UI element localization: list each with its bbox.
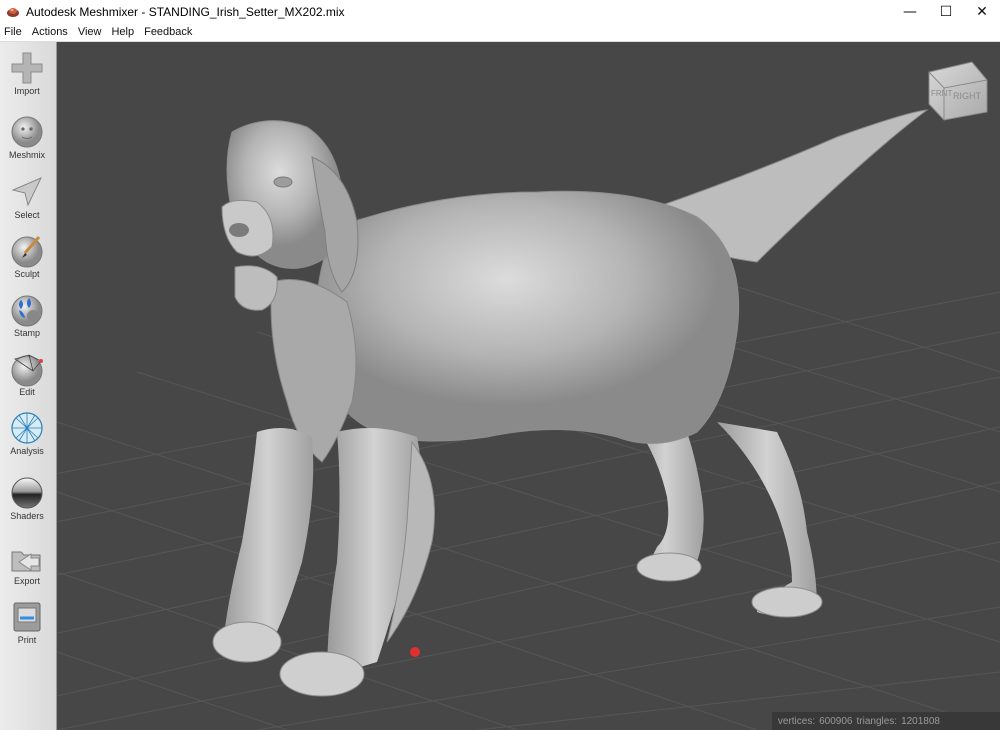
pivot-point-marker[interactable]	[410, 647, 420, 657]
stamp-ball-icon	[11, 295, 43, 327]
menu-view[interactable]: View	[74, 26, 108, 38]
shaders-label: Shaders	[10, 511, 44, 521]
3d-viewport[interactable]: FRNT RIGHT vertices: 600906 triangles: 1…	[57, 42, 1000, 730]
maximize-button[interactable]: ☐	[928, 0, 964, 23]
vertices-count: 600906	[819, 715, 853, 727]
edit-label: Edit	[19, 387, 35, 397]
stamp-tool[interactable]: Stamp	[0, 292, 54, 338]
menu-bar: File Actions View Help Feedback	[0, 23, 1000, 42]
face-ball-icon	[11, 116, 43, 148]
brush-ball-icon	[11, 236, 43, 268]
viewcube-front-label[interactable]: FRNT	[931, 89, 952, 98]
meshmixer-app-icon	[7, 7, 19, 17]
close-button[interactable]: ✕	[964, 0, 1000, 23]
printer-icon	[13, 602, 41, 632]
stamp-label: Stamp	[13, 328, 40, 338]
triangles-count: 1201808	[901, 715, 940, 727]
vertices-label: vertices:	[777, 715, 816, 727]
mesh-stats-bar: vertices: 600906 triangles: 1201808	[771, 712, 1000, 730]
triangles-label: triangles:	[856, 715, 898, 727]
print-tool[interactable]: Print	[0, 599, 54, 645]
export-folder-icon	[11, 551, 41, 572]
menu-actions[interactable]: Actions	[28, 26, 74, 38]
window-title: Autodesk Meshmixer - STANDING_Irish_Sett…	[26, 4, 345, 19]
view-cube[interactable]: FRNT RIGHT	[928, 61, 988, 121]
title-bar: Autodesk Meshmixer - STANDING_Irish_Sett…	[0, 0, 1000, 23]
analysis-tool[interactable]: Analysis	[0, 410, 54, 456]
menu-feedback[interactable]: Feedback	[140, 26, 198, 38]
wire-sphere-icon	[11, 412, 43, 444]
meshmix-tool[interactable]: Meshmix	[0, 114, 54, 160]
minimize-button[interactable]: —	[892, 0, 928, 23]
plus-icon	[11, 52, 43, 84]
chrome-sphere-icon	[11, 477, 43, 509]
export-tool[interactable]: Export	[0, 540, 54, 586]
meshmix-label: Meshmix	[8, 150, 45, 160]
sculpt-tool[interactable]: Sculpt	[0, 233, 54, 279]
menu-file[interactable]: File	[0, 26, 28, 38]
sculpt-label: Sculpt	[14, 269, 40, 279]
edit-tool[interactable]: Edit	[0, 351, 54, 397]
viewcube-right-label[interactable]: RIGHT	[953, 91, 982, 101]
shaders-tool[interactable]: Shaders	[0, 475, 54, 521]
import-tool[interactable]: Import	[0, 50, 54, 96]
cursor-arrow-icon	[11, 177, 43, 207]
wire-edit-ball-icon	[11, 354, 43, 387]
select-label: Select	[14, 210, 40, 220]
import-label: Import	[14, 86, 40, 96]
scene-canvas[interactable]: FRNT RIGHT	[57, 42, 1000, 730]
dog-mesh-model[interactable]	[212, 109, 929, 697]
tool-sidebar: Import Meshmix Select Sculpt Stamp Edit …	[0, 42, 57, 730]
print-label: Print	[17, 635, 37, 645]
select-tool[interactable]: Select	[0, 174, 54, 220]
export-label: Export	[13, 576, 40, 586]
analysis-label: Analysis	[10, 446, 44, 456]
menu-help[interactable]: Help	[107, 26, 140, 38]
